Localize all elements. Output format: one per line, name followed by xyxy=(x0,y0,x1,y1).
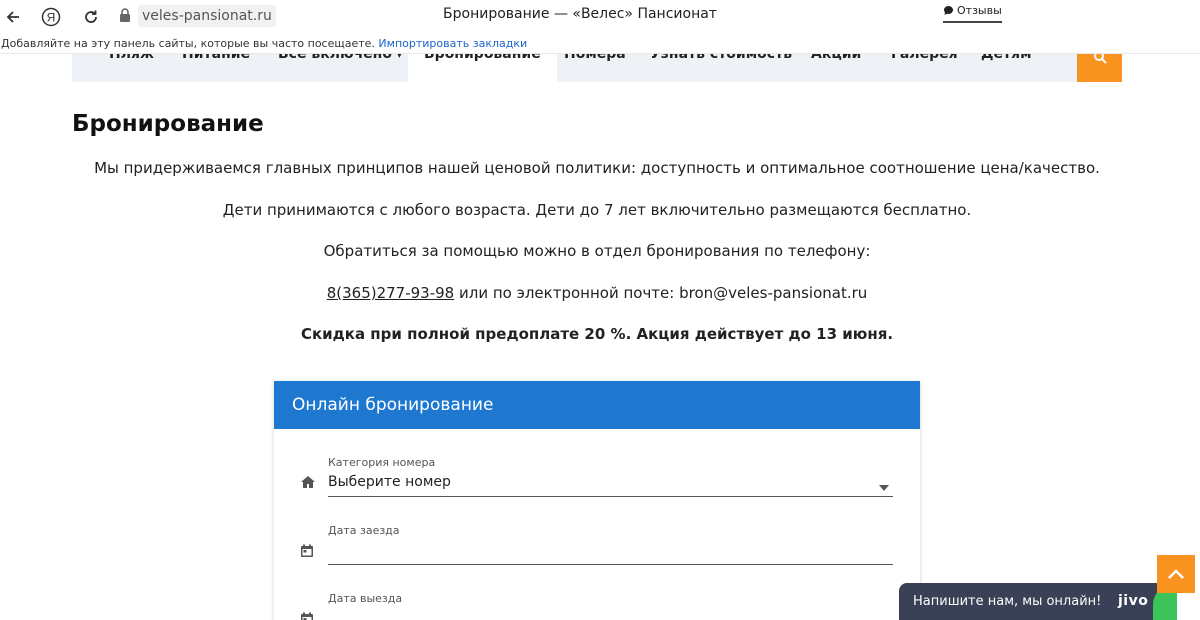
help-contact-text: Обратиться за помощью можно в отдел брон… xyxy=(323,242,871,260)
page-title: Бронирование xyxy=(72,111,264,137)
speech-bubble-icon xyxy=(944,6,953,15)
reviews-button[interactable]: Отзывы xyxy=(943,4,1002,23)
import-bookmarks-link[interactable]: Импортировать закладки xyxy=(378,37,527,50)
children-policy-text: Дети принимаются с любого возраста. Дети… xyxy=(222,201,972,219)
bookmarks-hint: Добавляйте на эту панель сайты, которые … xyxy=(1,37,375,50)
checkout-label: Дата выезда xyxy=(328,592,403,605)
room-category-select[interactable]: Категория номера Выберите номер xyxy=(300,456,893,501)
bookmarks-bar: Добавляйте на эту панель сайты, которые … xyxy=(0,36,1200,54)
room-category-value: Выберите номер xyxy=(328,474,451,490)
calendar-icon xyxy=(300,543,314,562)
dropdown-arrow-icon xyxy=(879,476,889,495)
scroll-to-top-button[interactable] xyxy=(1157,555,1195,593)
room-category-label: Категория номера xyxy=(328,456,436,469)
pricing-policy-text: Мы придерживаемся главных принципов наше… xyxy=(94,159,1100,177)
home-icon xyxy=(300,474,316,493)
checkin-label: Дата заезда xyxy=(328,524,400,537)
contact-line: 8(365)277-93-98 или по электронной почте… xyxy=(72,284,1122,302)
checkout-date-field[interactable]: Дата выезда xyxy=(300,592,893,620)
reviews-label: Отзывы xyxy=(957,4,1002,17)
checkin-date-field[interactable]: Дата заезда xyxy=(300,524,893,569)
checkin-underline xyxy=(328,564,893,565)
booking-header: Онлайн бронирование xyxy=(274,381,920,429)
discount-text: Скидка при полной предоплате 20 %. Акция… xyxy=(300,325,894,343)
room-category-underline xyxy=(328,496,893,497)
booking-widget: Онлайн бронирование Категория номера Выб… xyxy=(274,381,920,620)
phone-link[interactable]: 8(365)277-93-98 xyxy=(327,284,455,302)
chat-prompt: Напишите нам, мы онлайн! xyxy=(913,594,1102,609)
email-text: или по электронной почте: bron@veles-pan… xyxy=(454,284,868,302)
chevron-up-icon xyxy=(1168,569,1184,579)
calendar-icon xyxy=(300,611,314,620)
browser-toolbar: Я veles-pansionat.ru Бронирование — «Вел… xyxy=(0,0,1200,36)
jivo-logo: jivo xyxy=(1118,593,1149,609)
chat-widget[interactable]: Напишите нам, мы онлайн! jivo xyxy=(899,583,1177,620)
